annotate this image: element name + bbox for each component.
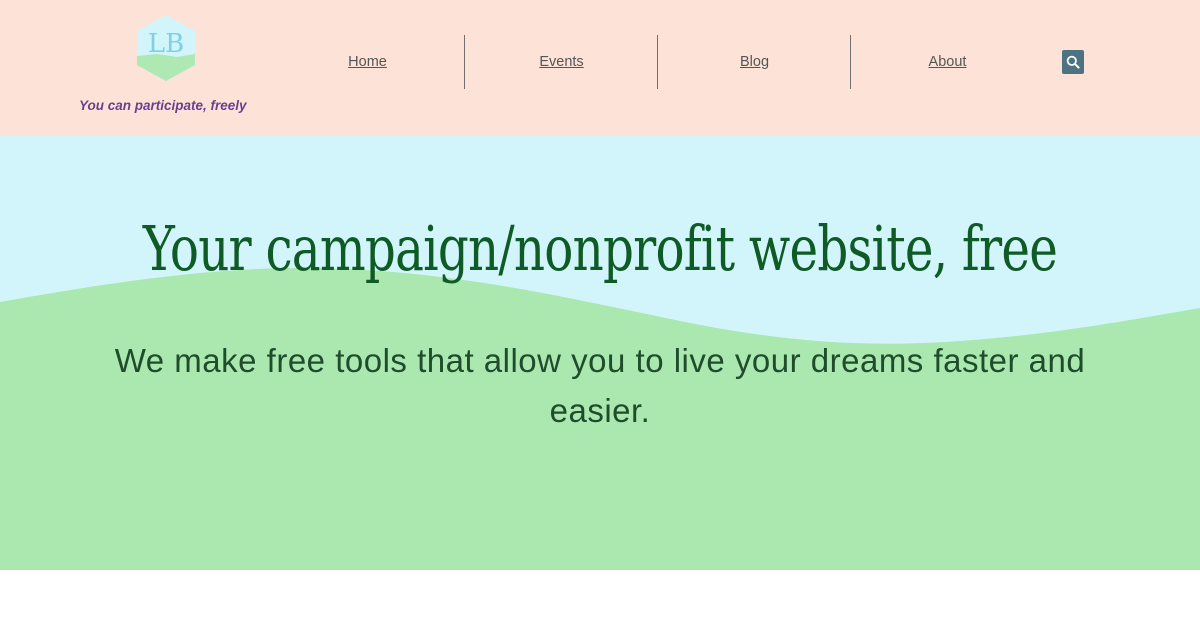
nav-item-home[interactable]: Home: [271, 35, 464, 89]
nav-link-blog[interactable]: Blog: [740, 54, 769, 70]
site-tagline: You can participate, freely: [79, 98, 247, 113]
nav-link-about[interactable]: About: [929, 54, 967, 70]
nav-link-events[interactable]: Events: [539, 54, 583, 70]
search-button[interactable]: [1062, 50, 1084, 74]
nav-item-blog[interactable]: Blog: [658, 35, 851, 89]
hero-section: Your campaign/nonprofit website, free We…: [0, 136, 1200, 570]
hero-title: Your campaign/nonprofit website, free: [0, 212, 1200, 285]
logo-text: LB: [148, 29, 184, 59]
hero-subtitle: We make free tools that allow you to liv…: [114, 342, 1086, 429]
site-logo[interactable]: LB: [135, 14, 197, 82]
nav-item-events[interactable]: Events: [465, 35, 658, 89]
hero-title-text: Your campaign/nonprofit website, free: [142, 212, 1058, 285]
nav-item-about[interactable]: About: [851, 35, 1044, 89]
nav-link-home[interactable]: Home: [348, 54, 387, 70]
search-icon: [1066, 55, 1080, 69]
site-header: LB You can participate, freely Home Even…: [0, 0, 1200, 136]
